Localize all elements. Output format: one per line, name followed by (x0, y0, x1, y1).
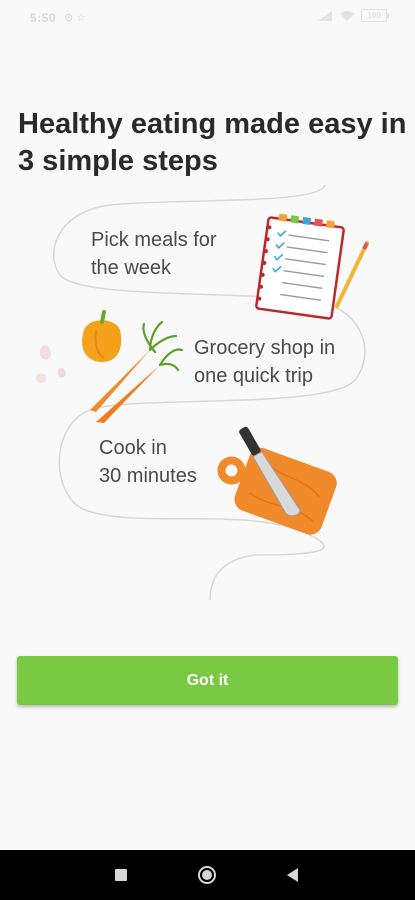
system-nav-bar (0, 850, 415, 900)
step-cook: Cook in 30 minutes (99, 437, 197, 487)
checklist-notebook-icon (255, 213, 369, 320)
step-pick-meals: Pick meals for the week (91, 229, 217, 279)
battery-icon: 100 (361, 9, 389, 22)
status-time: 5:50 (30, 11, 57, 25)
page-title: Healthy eating made easy in 3 simple ste… (18, 108, 407, 177)
square-icon (115, 869, 127, 881)
back-button[interactable] (262, 850, 322, 900)
wifi-icon (340, 10, 354, 21)
status-right-icons: 100 (317, 9, 389, 22)
circle-icon (198, 866, 216, 884)
signal-icon (318, 10, 332, 21)
status-bar: 5:50 ⊙ ☆ 100 (0, 0, 415, 34)
triangle-back-icon (286, 868, 298, 882)
notification-icons: ⊙ ☆ (64, 12, 87, 24)
recent-apps-button[interactable] (91, 850, 151, 900)
step-grocery-shop: Grocery shop in one quick trip (194, 337, 336, 387)
got-it-button[interactable]: Got it (17, 656, 398, 705)
home-button[interactable] (177, 850, 237, 900)
